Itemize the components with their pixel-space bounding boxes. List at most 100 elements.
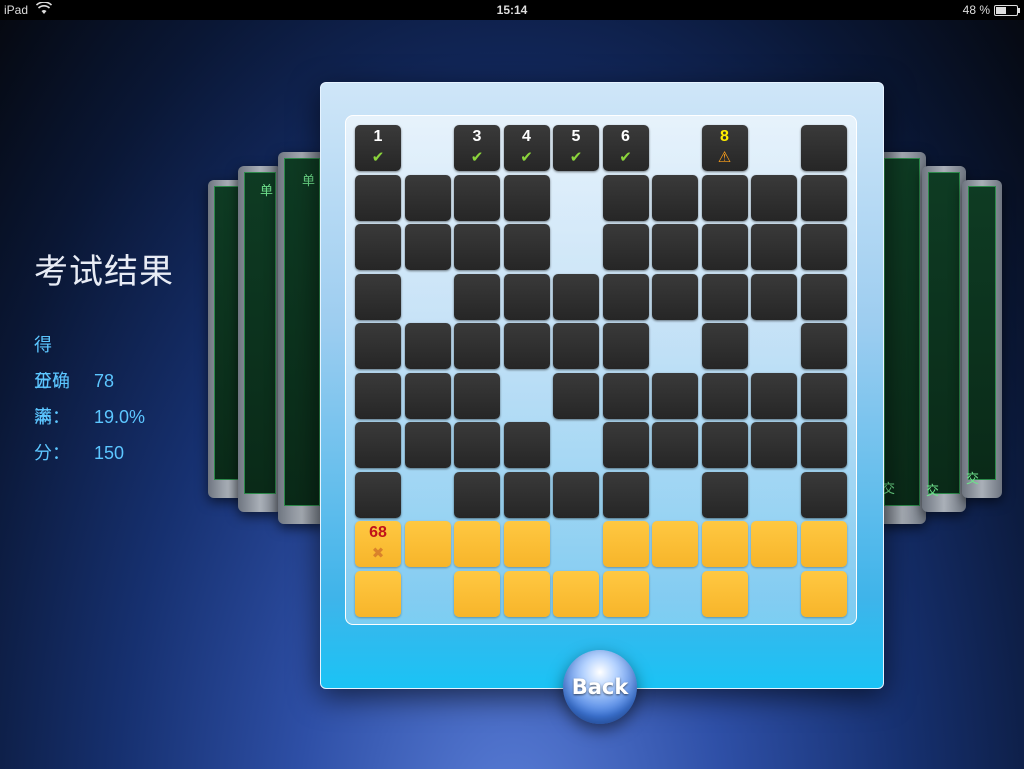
question-cell[interactable]	[701, 224, 748, 270]
battery-indicator: 48 %	[963, 3, 1020, 17]
question-cell[interactable]	[553, 372, 599, 419]
question-cell[interactable]	[454, 174, 500, 221]
question-cell[interactable]	[652, 224, 698, 270]
question-grid: 1 ✔ 3 ✔ 4 ✔ 5 ✔ 6 ✔ 8 ⚠ 68 ✖	[345, 115, 857, 625]
question-cell[interactable]	[503, 422, 550, 468]
question-cell[interactable]	[503, 323, 550, 369]
question-cell[interactable]	[751, 422, 797, 468]
question-cell[interactable]	[652, 422, 698, 468]
question-cell[interactable]	[602, 323, 649, 369]
question-cell[interactable]	[503, 570, 550, 617]
bg-card-left-1: 单	[278, 152, 326, 524]
question-cell[interactable]	[503, 224, 550, 270]
back-button[interactable]: Back	[563, 650, 637, 724]
question-cell[interactable]	[355, 471, 401, 518]
question-cell[interactable]	[503, 521, 550, 567]
question-cell[interactable]	[701, 570, 748, 617]
question-cell[interactable]	[652, 273, 698, 320]
question-cell[interactable]	[751, 372, 797, 419]
question-cell[interactable]	[553, 471, 599, 518]
question-cell[interactable]	[602, 521, 649, 567]
question-cell[interactable]	[652, 372, 698, 419]
question-cell[interactable]	[404, 224, 451, 270]
question-cell[interactable]: 8 ⚠	[701, 125, 748, 171]
question-cell[interactable]	[602, 224, 649, 270]
check-icon: ✔	[371, 148, 385, 166]
question-cell[interactable]	[404, 372, 451, 419]
question-cell[interactable]	[701, 471, 748, 518]
question-cell[interactable]	[602, 273, 649, 320]
full-score-value: 150	[94, 443, 125, 463]
question-cell[interactable]	[701, 273, 748, 320]
question-cell[interactable]	[503, 174, 550, 221]
question-cell[interactable]	[602, 570, 649, 617]
question-cell[interactable]	[454, 422, 500, 468]
question-cell[interactable]	[404, 323, 451, 369]
question-cell[interactable]	[652, 174, 698, 221]
question-cell[interactable]	[404, 422, 451, 468]
question-cell[interactable]	[800, 372, 847, 419]
battery-fill	[996, 6, 1006, 14]
question-number: 3	[472, 128, 482, 145]
question-cell[interactable]	[355, 372, 401, 419]
question-cell[interactable]	[602, 372, 649, 419]
question-cell[interactable]	[701, 174, 748, 221]
question-cell[interactable]	[355, 273, 401, 320]
question-cell[interactable]	[751, 521, 797, 567]
question-cell[interactable]	[602, 174, 649, 221]
question-cell[interactable]	[800, 125, 847, 171]
question-cell[interactable]	[454, 570, 500, 617]
question-cell[interactable]	[602, 471, 649, 518]
question-cell[interactable]	[355, 174, 401, 221]
question-cell[interactable]	[553, 570, 599, 617]
question-cell[interactable]	[602, 422, 649, 468]
question-cell[interactable]	[355, 422, 401, 468]
question-cell[interactable]: 3 ✔	[454, 125, 500, 171]
question-cell[interactable]	[751, 174, 797, 221]
question-cell[interactable]	[553, 323, 599, 369]
question-cell[interactable]	[800, 570, 847, 617]
question-cell[interactable]	[751, 224, 797, 270]
question-cell[interactable]	[454, 521, 500, 567]
question-cell[interactable]	[454, 273, 500, 320]
question-cell[interactable]	[701, 422, 748, 468]
question-cell[interactable]: 68 ✖	[355, 521, 401, 567]
question-cell[interactable]	[355, 323, 401, 369]
question-cell[interactable]	[355, 570, 401, 617]
question-cell[interactable]	[454, 224, 500, 270]
bg-card-left-2: 单	[238, 166, 282, 512]
question-cell[interactable]	[701, 372, 748, 419]
question-cell[interactable]	[355, 224, 401, 270]
question-cell[interactable]	[701, 323, 748, 369]
check-icon: ✔	[520, 148, 533, 166]
question-cell[interactable]	[404, 521, 451, 567]
question-cell[interactable]	[652, 521, 698, 567]
question-cell[interactable]	[800, 521, 847, 567]
question-cell[interactable]	[454, 471, 500, 518]
question-cell[interactable]: 4 ✔	[503, 125, 550, 171]
question-cell[interactable]	[454, 372, 500, 419]
bg-card-label: 单	[260, 184, 274, 199]
question-number: 8	[720, 128, 729, 145]
bg-card-label: 交	[966, 472, 980, 487]
question-cell[interactable]	[701, 521, 748, 567]
accuracy-row: 正确率： 19.0%	[34, 363, 174, 427]
question-cell[interactable]	[800, 471, 847, 518]
question-cell[interactable]	[503, 471, 550, 518]
question-cell[interactable]	[800, 323, 847, 369]
check-icon: ✔	[619, 148, 632, 166]
question-cell[interactable]: 6 ✔	[602, 125, 649, 171]
question-cell[interactable]	[800, 224, 847, 270]
question-cell[interactable]	[800, 422, 847, 468]
question-cell[interactable]	[454, 323, 500, 369]
question-cell[interactable]: 5 ✔	[553, 125, 599, 171]
question-cell[interactable]	[751, 273, 797, 320]
question-cell[interactable]	[553, 273, 599, 320]
question-cell[interactable]	[503, 273, 550, 320]
question-cell[interactable]	[800, 174, 847, 221]
question-cell[interactable]	[800, 273, 847, 320]
bg-card-right-3: 交	[962, 180, 1002, 498]
question-cell[interactable]: 1 ✔	[355, 125, 401, 171]
question-cell[interactable]	[404, 174, 451, 221]
question-number: 6	[621, 128, 630, 145]
